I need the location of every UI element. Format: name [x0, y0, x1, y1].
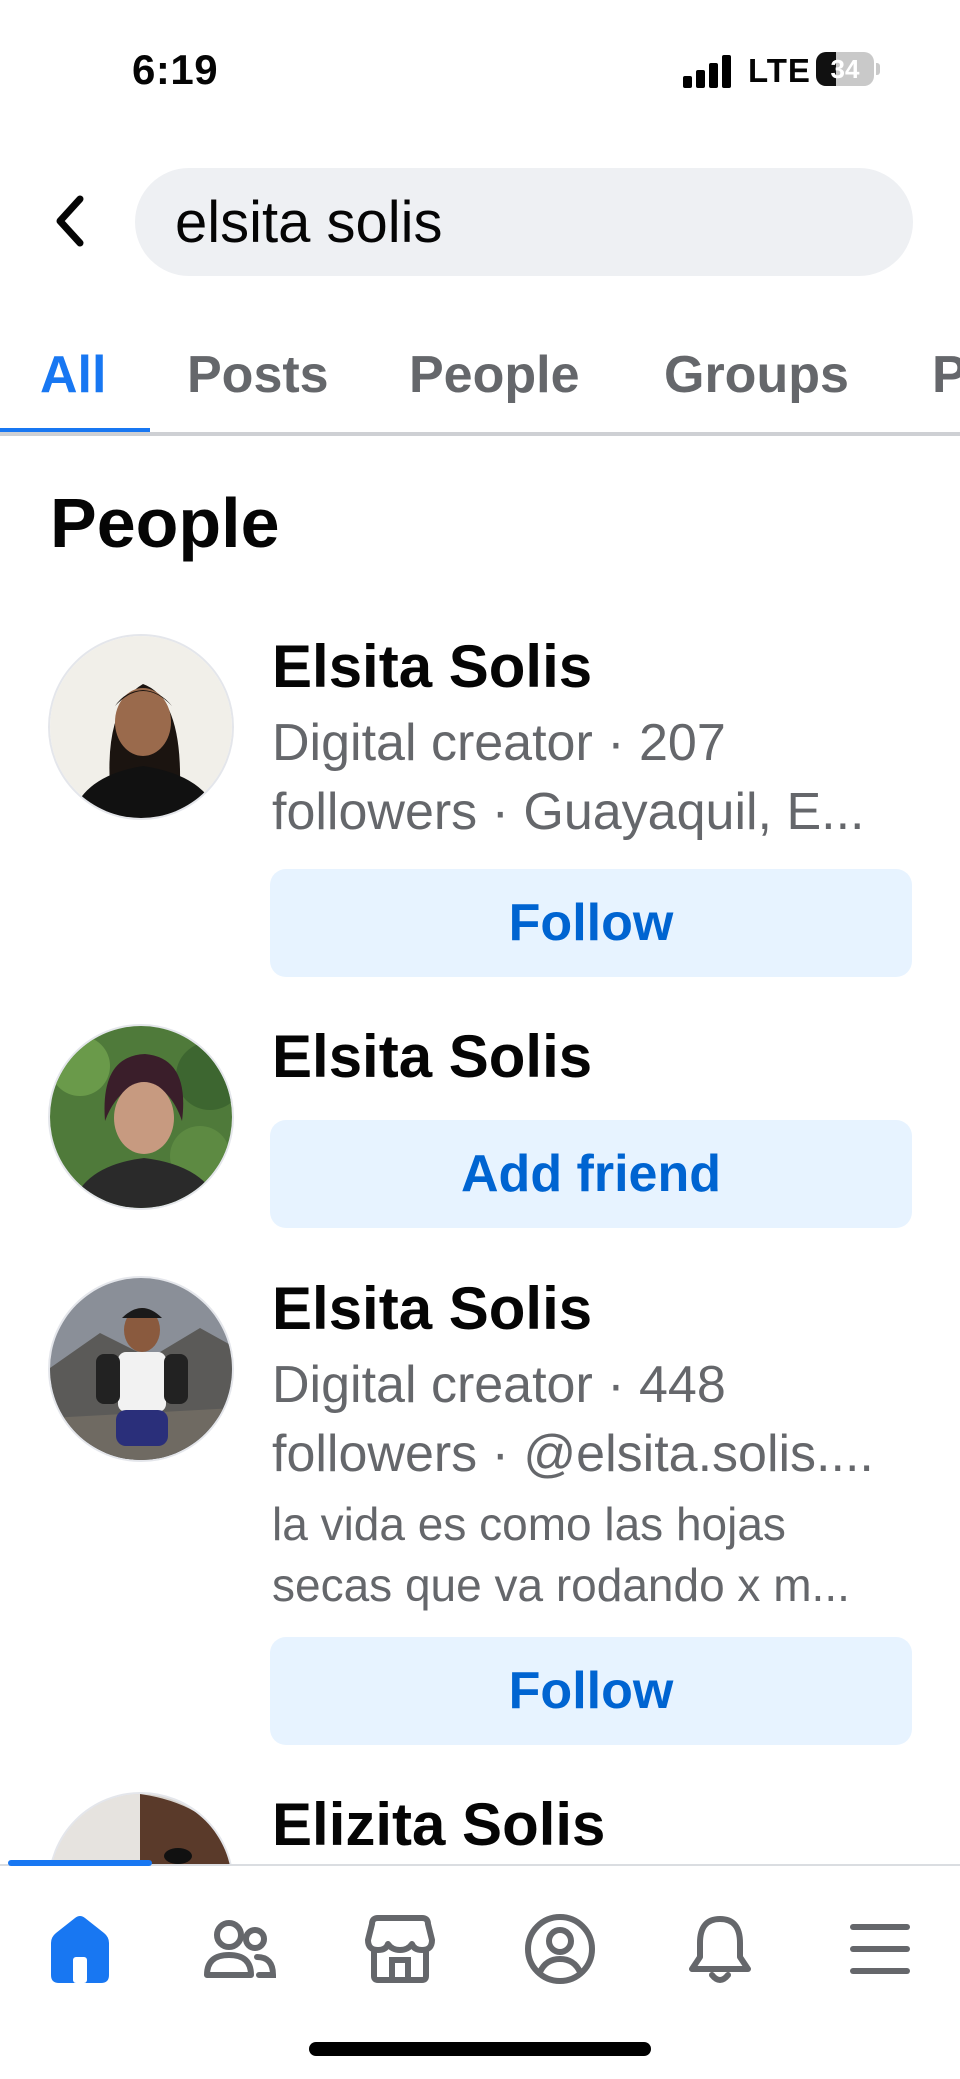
battery-icon: 34	[816, 52, 880, 86]
network-type: LTE	[748, 52, 811, 89]
add-friend-button[interactable]: Add friend	[270, 1120, 912, 1228]
tab-posts[interactable]: Posts	[187, 318, 329, 432]
section-title: People	[50, 484, 280, 562]
active-tab-indicator	[0, 428, 150, 432]
person-name[interactable]: Elsita Solis	[272, 632, 592, 701]
person-bio-line: la vida es como las hojas	[272, 1498, 786, 1550]
menu-icon	[850, 1924, 910, 1974]
person-bio: la vida es como las hojas secas que va r…	[272, 1494, 912, 1616]
home-indicator	[309, 2042, 651, 2056]
person-meta-line: Digital creator · 207	[272, 714, 726, 772]
person-meta: Digital creator · 448 followers · @elsit…	[272, 1351, 912, 1489]
nav-marketplace[interactable]	[350, 1904, 450, 1994]
follow-button[interactable]: Follow	[270, 869, 912, 977]
active-nav-indicator	[8, 1860, 152, 1866]
status-time: 6:19	[132, 46, 219, 93]
home-icon	[51, 1916, 109, 1983]
status-bar: 6:19 LTE 34	[0, 0, 960, 140]
search-filter-tabs: All Posts People Groups P	[0, 318, 960, 436]
nav-profile[interactable]	[510, 1904, 610, 1994]
nav-home[interactable]	[30, 1904, 130, 1994]
bottom-navigation	[0, 1860, 960, 2079]
person-meta-line: followers · Guayaquil, E...	[272, 783, 865, 841]
back-button[interactable]	[40, 186, 100, 256]
friends-icon	[204, 1920, 277, 1978]
avatar[interactable]	[48, 634, 234, 820]
person-bio-line: secas que va rodando x m...	[272, 1559, 850, 1611]
person-name[interactable]: Elizita Solis	[272, 1790, 605, 1859]
nav-menu[interactable]	[830, 1904, 930, 1994]
profile-icon	[525, 1914, 595, 1984]
person-meta-line: Digital creator · 448	[272, 1356, 726, 1414]
avatar[interactable]	[48, 1276, 234, 1462]
tab-groups[interactable]: Groups	[664, 318, 849, 432]
nav-notifications[interactable]	[670, 1904, 770, 1994]
battery-level: 34	[830, 54, 860, 84]
follow-button[interactable]: Follow	[270, 1637, 912, 1745]
tab-all[interactable]: All	[40, 318, 106, 432]
cellular-signal-icon	[683, 54, 733, 88]
notifications-bell-icon	[689, 1916, 751, 1983]
person-name[interactable]: Elsita Solis	[272, 1022, 592, 1091]
marketplace-icon	[365, 1915, 435, 1983]
chevron-left-icon	[56, 195, 84, 247]
search-input[interactable]	[175, 168, 875, 276]
tab-people[interactable]: People	[409, 318, 580, 432]
tab-pages[interactable]: P	[932, 318, 960, 432]
search-bar[interactable]	[135, 168, 913, 276]
nav-friends[interactable]	[190, 1904, 290, 1994]
person-meta: Digital creator · 207 followers · Guayaq…	[272, 709, 912, 847]
person-meta-line: followers · @elsita.solis....	[272, 1425, 874, 1483]
avatar[interactable]	[48, 1024, 234, 1210]
person-name[interactable]: Elsita Solis	[272, 1274, 592, 1343]
